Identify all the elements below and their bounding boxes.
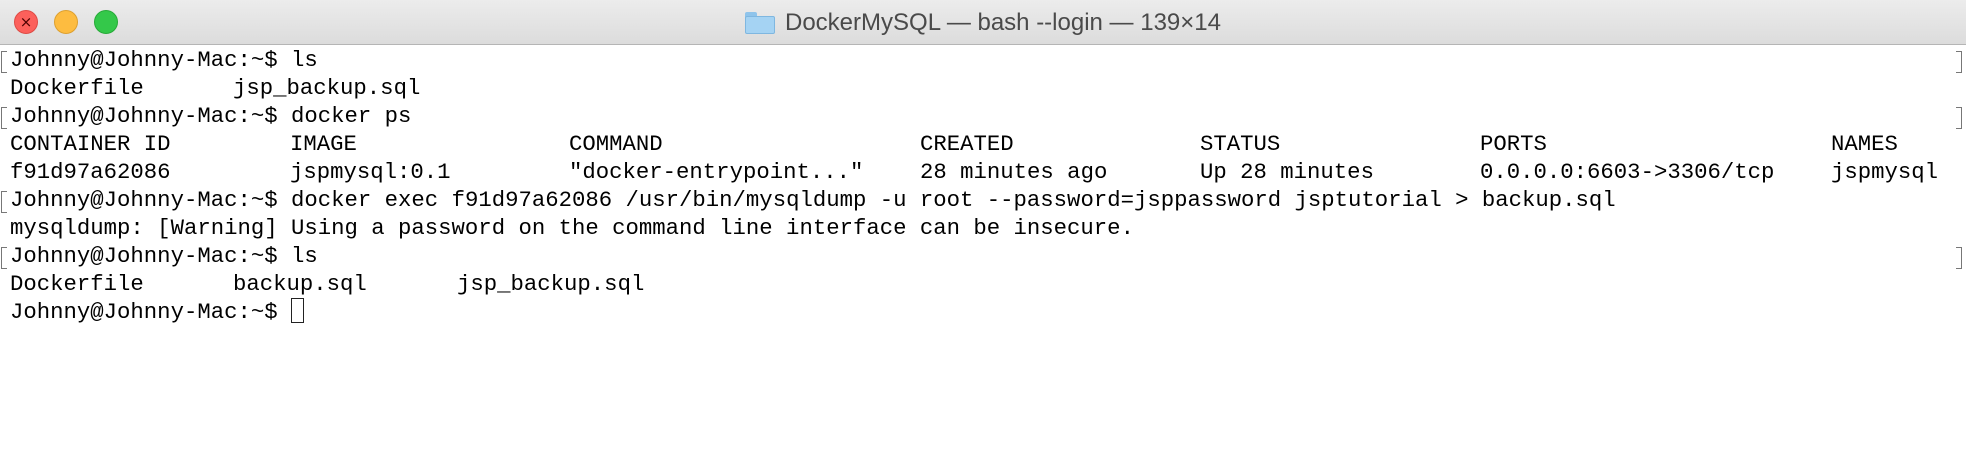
warning-line: mysqldump: [Warning] Using a password on…: [10, 215, 1134, 241]
mark-bracket-left: [1, 191, 7, 213]
window-title: DockerMySQL — bash --login — 139×14: [785, 8, 1221, 36]
column-header: CREATED: [920, 131, 1014, 157]
mark-bracket-right: [1956, 247, 1962, 269]
mark-bracket-left: [1, 247, 7, 269]
command-text: ls: [291, 243, 318, 269]
command-text: docker exec f91d97a62086 /usr/bin/mysqld…: [291, 187, 1616, 213]
table-cell: f91d97a62086: [10, 159, 171, 185]
file-name: jsp_backup.sql: [457, 271, 645, 297]
title-bar[interactable]: × DockerMySQL — bash --login — 139×14: [0, 0, 1966, 45]
file-name: Dockerfile: [10, 271, 144, 297]
text-cursor: [291, 298, 304, 323]
command-text: docker ps: [291, 103, 412, 129]
mark-bracket-left: [1, 51, 7, 73]
active-command-line[interactable]: Johnny@Johnny-Mac:~$: [10, 298, 304, 326]
column-header: CONTAINER ID: [10, 131, 171, 157]
file-name: jsp_backup.sql: [233, 75, 421, 101]
prompt: Johnny@Johnny-Mac:~$: [10, 187, 291, 213]
file-name: Dockerfile: [10, 75, 144, 101]
column-header: NAMES: [1831, 131, 1898, 157]
prompt: Johnny@Johnny-Mac:~$: [10, 103, 291, 129]
prompt: Johnny@Johnny-Mac:~$: [10, 243, 291, 269]
command-line: Johnny@Johnny-Mac:~$ docker ps: [10, 102, 411, 130]
terminal-window: × DockerMySQL — bash --login — 139×14 Jo…: [0, 0, 1966, 452]
prompt: Johnny@Johnny-Mac:~$: [10, 299, 291, 325]
command-line: Johnny@Johnny-Mac:~$ docker exec f91d97a…: [10, 186, 1616, 214]
mark-bracket-right: [1956, 51, 1962, 73]
column-header: STATUS: [1200, 131, 1281, 157]
column-header: PORTS: [1480, 131, 1547, 157]
folder-icon: [745, 11, 775, 34]
mark-bracket-right: [1956, 107, 1962, 129]
column-header: IMAGE: [290, 131, 357, 157]
table-cell: 0.0.0.0:6603->3306/tcp: [1480, 159, 1775, 185]
mark-bracket-left: [1, 107, 7, 129]
command-line: Johnny@Johnny-Mac:~$ ls: [10, 46, 318, 74]
table-cell: jspmysql:0.1: [290, 159, 451, 185]
table-cell: 28 minutes ago: [920, 159, 1108, 185]
table-cell: Up 28 minutes: [1200, 159, 1374, 185]
column-header: COMMAND: [569, 131, 663, 157]
table-cell: jspmysql: [1831, 159, 1939, 185]
file-name: backup.sql: [233, 271, 367, 297]
command-line: Johnny@Johnny-Mac:~$ ls: [10, 242, 318, 270]
prompt: Johnny@Johnny-Mac:~$: [10, 47, 291, 73]
terminal-content[interactable]: Johnny@Johnny-Mac:~$ ls Dockerfile jsp_b…: [0, 46, 1966, 452]
window-title-area: DockerMySQL — bash --login — 139×14: [0, 0, 1966, 45]
command-text: ls: [291, 47, 318, 73]
table-cell: "docker-entrypoint...": [569, 159, 864, 185]
